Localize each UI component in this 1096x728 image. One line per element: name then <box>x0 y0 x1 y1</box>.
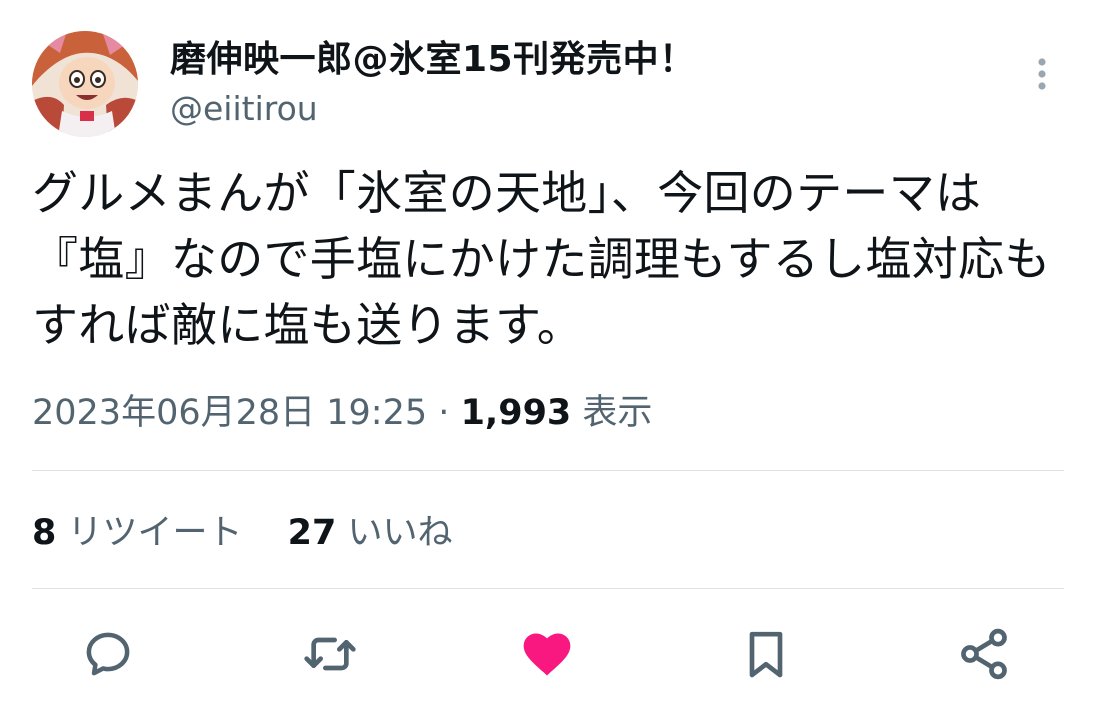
likes-count: 27 <box>287 513 337 553</box>
more-vertical-icon <box>1038 58 1046 90</box>
tweet-timestamp[interactable]: 2023年06月28日 19:25 <box>32 393 427 433</box>
share-button[interactable] <box>956 626 1012 682</box>
user-handle[interactable]: @eiitirou <box>170 88 318 130</box>
tweet-detail: 磨伸映一郎@氷室15刊発売中！ @eiitirou グルメまんが「氷室の天地」、… <box>0 0 1096 728</box>
reply-icon <box>86 632 130 676</box>
retweets-label: リツイート <box>67 513 243 553</box>
tweet-text: グルメまんが「氷室の天地」、今回のテーマは『塩』なので手塩にかけた調理もするし塩… <box>32 166 1051 352</box>
more-options-button[interactable] <box>1030 56 1054 96</box>
display-name[interactable]: 磨伸映一郎@氷室15刊発売中！ <box>170 38 696 82</box>
retweets-stat[interactable]: 8 リツイート <box>32 510 243 556</box>
like-button[interactable] <box>519 626 575 682</box>
meta-separator: · <box>438 393 450 433</box>
bookmark-icon <box>749 631 783 678</box>
views-label: 表示 <box>582 393 653 433</box>
likes-stat[interactable]: 27 いいね <box>288 510 453 556</box>
bookmark-button[interactable] <box>738 626 794 682</box>
retweet-button[interactable] <box>302 626 358 682</box>
retweets-count: 8 <box>32 513 57 553</box>
share-icon <box>961 628 1007 680</box>
divider <box>32 470 1064 471</box>
tweet-stats: 8 リツイート 27 いいね <box>32 510 453 556</box>
avatar-image <box>32 31 138 137</box>
avatar[interactable] <box>32 31 138 137</box>
likes-label: いいね <box>347 513 453 553</box>
heart-filled-icon <box>523 633 571 676</box>
divider <box>32 588 1064 589</box>
retweet-icon <box>304 637 356 671</box>
views-count: 1,993 <box>460 393 572 433</box>
reply-button[interactable] <box>80 626 136 682</box>
tweet-meta: 2023年06月28日 19:25 · 1,993 表示 <box>32 390 652 436</box>
